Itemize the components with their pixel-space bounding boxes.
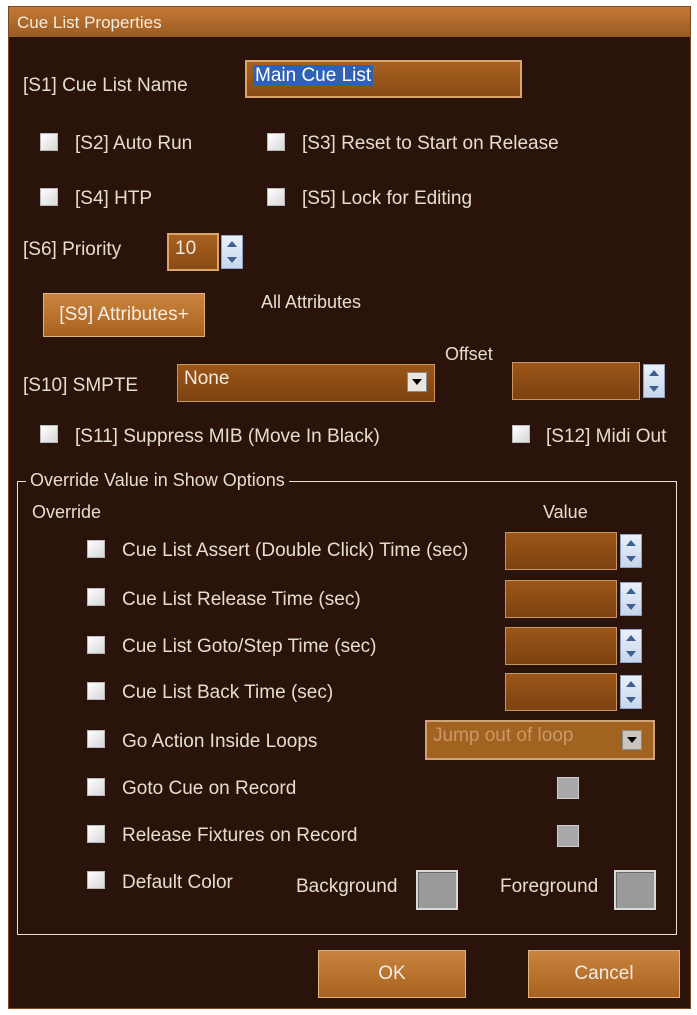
htp-checkbox[interactable] bbox=[40, 188, 58, 206]
cue-list-name-label: [S1] Cue List Name bbox=[23, 75, 188, 96]
suppress-mib-checkbox[interactable] bbox=[40, 425, 58, 443]
title-bar: Cue List Properties bbox=[9, 7, 690, 37]
spin-down-icon bbox=[626, 604, 636, 610]
spin-up-icon bbox=[626, 540, 636, 546]
spin-up-icon bbox=[626, 681, 636, 687]
cancel-button[interactable]: Cancel bbox=[528, 950, 680, 998]
suppress-mib-label: [S11] Suppress MIB (Move In Black) bbox=[75, 426, 380, 447]
smpte-label: [S10] SMPTE bbox=[23, 375, 139, 396]
go-action-select[interactable]: Jump out of loop bbox=[425, 720, 655, 760]
auto-run-checkbox[interactable] bbox=[40, 133, 58, 151]
foreground-label: Foreground bbox=[500, 876, 599, 897]
attributes-value: All Attributes bbox=[261, 292, 362, 312]
midi-out-checkbox[interactable] bbox=[512, 425, 530, 443]
reset-to-start-checkbox[interactable] bbox=[267, 133, 285, 151]
release-time-checkbox[interactable] bbox=[87, 588, 105, 606]
priority-input[interactable]: 10 bbox=[167, 233, 219, 271]
spin-up-icon bbox=[626, 635, 636, 641]
priority-label: [S6] Priority bbox=[23, 239, 122, 260]
background-color-swatch[interactable] bbox=[416, 870, 458, 910]
go-action-selected: Jump out of loop bbox=[433, 725, 574, 746]
priority-spinner[interactable] bbox=[221, 235, 243, 269]
goto-step-time-checkbox[interactable] bbox=[87, 636, 105, 654]
override-group-title: Override Value in Show Options bbox=[26, 470, 289, 491]
release-fixtures-label: Release Fixtures on Record bbox=[122, 825, 358, 846]
value-column-header: Value bbox=[543, 502, 588, 522]
assert-time-input[interactable] bbox=[505, 532, 617, 570]
release-time-spinner[interactable] bbox=[620, 582, 642, 616]
release-time-input[interactable] bbox=[505, 580, 617, 618]
lock-for-editing-label: [S5] Lock for Editing bbox=[302, 188, 473, 209]
go-action-label: Go Action Inside Loops bbox=[122, 731, 318, 752]
override-column-header: Override bbox=[32, 502, 102, 522]
release-fixtures-checkbox[interactable] bbox=[87, 825, 105, 843]
cue-list-name-value: Main Cue List bbox=[253, 65, 374, 86]
goto-step-time-spinner[interactable] bbox=[620, 629, 642, 663]
auto-run-label: [S2] Auto Run bbox=[75, 133, 193, 154]
assert-time-label: Cue List Assert (Double Click) Time (sec… bbox=[122, 540, 469, 561]
back-time-input[interactable] bbox=[505, 673, 617, 711]
window-title: Cue List Properties bbox=[17, 13, 162, 32]
back-time-spinner[interactable] bbox=[620, 675, 642, 709]
go-action-checkbox[interactable] bbox=[87, 730, 105, 748]
default-color-checkbox[interactable] bbox=[87, 871, 105, 889]
spin-up-icon bbox=[626, 588, 636, 594]
go-action-chevron-icon[interactable] bbox=[622, 730, 642, 750]
goto-cue-on-record-checkbox[interactable] bbox=[87, 778, 105, 796]
offset-input[interactable] bbox=[512, 362, 640, 400]
offset-spinner[interactable] bbox=[643, 364, 665, 398]
lock-for-editing-checkbox[interactable] bbox=[267, 188, 285, 206]
back-time-checkbox[interactable] bbox=[87, 682, 105, 700]
offset-label: Offset bbox=[445, 344, 493, 364]
goto-step-time-input[interactable] bbox=[505, 627, 617, 665]
spin-down-icon bbox=[626, 556, 636, 562]
release-time-label: Cue List Release Time (sec) bbox=[122, 589, 361, 610]
smpte-select[interactable]: None bbox=[177, 364, 435, 402]
assert-time-checkbox[interactable] bbox=[87, 540, 105, 558]
foreground-color-swatch[interactable] bbox=[614, 870, 656, 910]
default-color-label: Default Color bbox=[122, 872, 233, 893]
attributes-button[interactable]: [S9] Attributes+ bbox=[43, 293, 205, 337]
priority-value: 10 bbox=[175, 238, 197, 259]
goto-step-time-label: Cue List Goto/Step Time (sec) bbox=[122, 636, 377, 657]
smpte-dropdown-chevron-icon[interactable] bbox=[407, 372, 427, 392]
background-label: Background bbox=[296, 876, 398, 897]
spin-down-icon bbox=[626, 651, 636, 657]
reset-to-start-label: [S3] Reset to Start on Release bbox=[302, 133, 559, 154]
spin-down-icon bbox=[626, 697, 636, 703]
ok-button[interactable]: OK bbox=[318, 950, 466, 998]
htp-label: [S4] HTP bbox=[75, 188, 153, 209]
spin-down-icon bbox=[227, 257, 237, 263]
goto-cue-value-checkbox[interactable] bbox=[557, 777, 579, 799]
spin-up-icon bbox=[227, 241, 237, 247]
spin-up-icon bbox=[649, 370, 659, 376]
spin-down-icon bbox=[649, 386, 659, 392]
smpte-selected: None bbox=[184, 368, 230, 389]
cue-list-name-input[interactable]: Main Cue List bbox=[245, 60, 522, 98]
goto-cue-on-record-label: Goto Cue on Record bbox=[122, 778, 297, 799]
assert-time-spinner[interactable] bbox=[620, 534, 642, 568]
back-time-label: Cue List Back Time (sec) bbox=[122, 682, 334, 703]
midi-out-label: [S12] Midi Out bbox=[546, 426, 667, 447]
release-fixtures-value-checkbox[interactable] bbox=[557, 825, 579, 847]
